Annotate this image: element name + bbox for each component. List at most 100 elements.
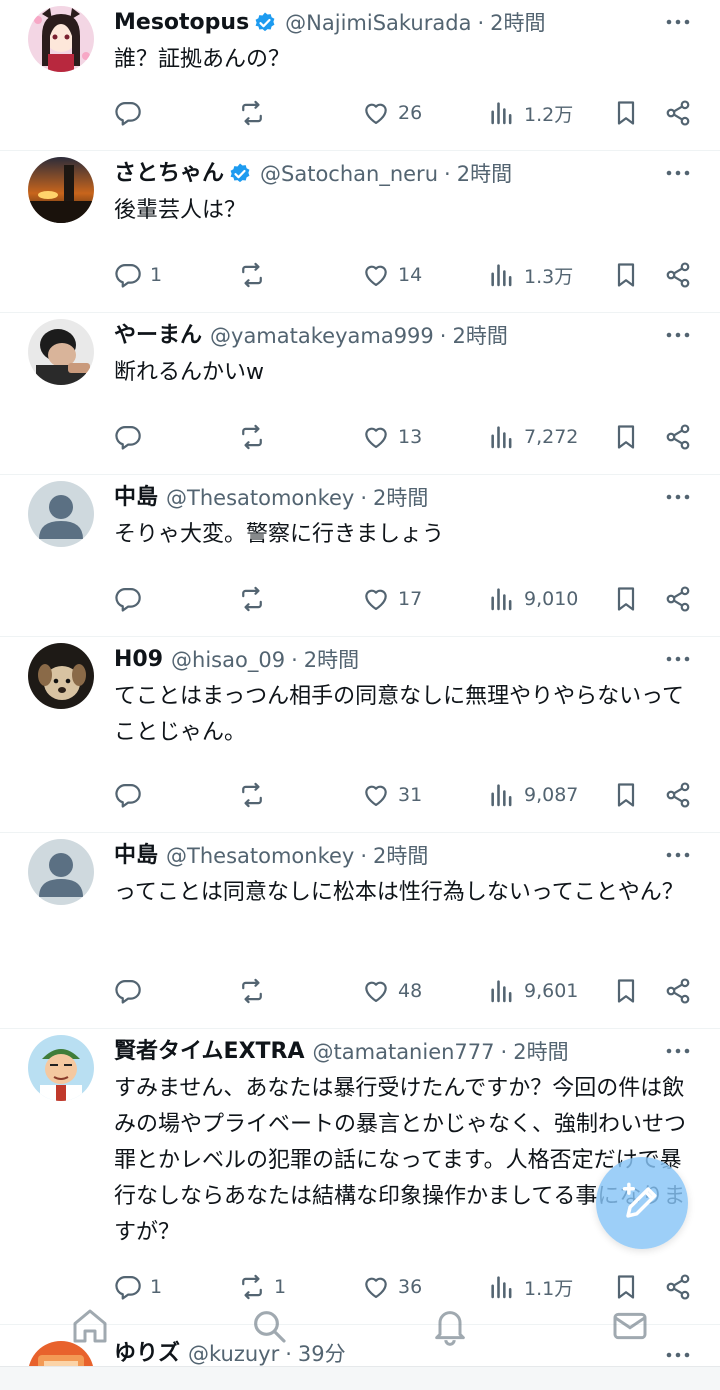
tweet-item[interactable]: 中島 @Thesatomonkey · 2時間 ってことは同意なしに松本は性行為… — [0, 833, 720, 1029]
views-button[interactable]: 9,087 — [488, 775, 578, 815]
like-button[interactable]: 26 — [362, 93, 422, 133]
share-button[interactable] — [664, 971, 692, 1011]
action-bar: 13 7,272 — [0, 417, 720, 457]
like-count: 26 — [398, 102, 423, 124]
retweet-button[interactable] — [238, 775, 274, 815]
display-name[interactable]: さとちゃん — [114, 157, 224, 191]
tweet-item[interactable]: やーまん @yamatakeyama999 · 2時間 断れるんかいw 13 7… — [0, 313, 720, 475]
handle[interactable]: @Thesatomonkey — [166, 839, 354, 873]
avatar[interactable] — [28, 839, 94, 905]
more-icon[interactable] — [664, 1037, 692, 1065]
separator-dot: · — [500, 1040, 508, 1064]
display-name[interactable]: 中島 — [114, 481, 158, 515]
verified-badge-icon — [228, 162, 252, 186]
more-icon[interactable] — [664, 841, 692, 869]
like-button[interactable]: 13 — [362, 417, 422, 457]
separator-dot: · — [444, 162, 451, 186]
home-icon[interactable] — [68, 1304, 112, 1348]
analytics-icon — [488, 977, 516, 1005]
reply-icon — [114, 585, 142, 613]
views-button[interactable]: 9,010 — [488, 579, 578, 619]
more-icon[interactable] — [664, 8, 692, 36]
display-name[interactable]: 中島 — [114, 839, 158, 873]
retweet-button[interactable] — [238, 417, 274, 457]
handle[interactable]: @Satochan_neru — [260, 157, 438, 191]
analytics-icon — [488, 781, 516, 809]
avatar[interactable] — [28, 319, 94, 385]
reply-button[interactable] — [114, 93, 150, 133]
views-button[interactable]: 1.3万 — [488, 255, 573, 295]
heart-icon — [362, 261, 390, 289]
share-button[interactable] — [664, 255, 692, 295]
timestamp[interactable]: 2時間 — [452, 319, 507, 353]
share-button[interactable] — [664, 93, 692, 133]
more-icon[interactable] — [664, 645, 692, 673]
reply-icon — [114, 977, 142, 1005]
share-button[interactable] — [664, 775, 692, 815]
timestamp[interactable]: 2時間 — [373, 481, 428, 515]
bookmark-button[interactable] — [612, 417, 640, 457]
more-icon[interactable] — [664, 483, 692, 511]
handle[interactable]: @Thesatomonkey — [166, 481, 354, 515]
display-name[interactable]: H09 — [114, 643, 163, 677]
timestamp[interactable]: 2時間 — [490, 6, 545, 40]
like-button[interactable]: 14 — [362, 255, 422, 295]
tweet-header: さとちゃん @Satochan_neru · 2時間 — [114, 157, 512, 191]
retweet-button[interactable] — [238, 255, 274, 295]
like-button[interactable]: 17 — [362, 579, 422, 619]
reply-button[interactable] — [114, 775, 150, 815]
views-button[interactable]: 7,272 — [488, 417, 578, 457]
view-count: 7,272 — [524, 426, 579, 448]
handle[interactable]: @yamatakeyama999 — [210, 319, 434, 353]
avatar[interactable] — [28, 481, 94, 547]
tweet-item[interactable]: H09 @hisao_09 · 2時間 てことはまっつん相手の同意なしに無理やり… — [0, 637, 720, 833]
more-icon[interactable] — [664, 321, 692, 349]
handle[interactable]: @hisao_09 — [171, 643, 285, 677]
messages-icon[interactable] — [608, 1304, 652, 1348]
reply-button[interactable] — [114, 579, 150, 619]
display-name[interactable]: Mesotopus — [114, 6, 249, 40]
avatar[interactable] — [28, 157, 94, 223]
timestamp[interactable]: 2時間 — [373, 839, 428, 873]
reply-button[interactable]: 1 — [114, 255, 162, 295]
retweet-button[interactable] — [238, 971, 274, 1011]
bookmark-button[interactable] — [612, 255, 640, 295]
reply-button[interactable] — [114, 971, 150, 1011]
retweet-button[interactable] — [238, 93, 274, 133]
views-button[interactable]: 1.2万 — [488, 93, 573, 133]
more-icon[interactable] — [664, 159, 692, 187]
bookmark-button[interactable] — [612, 579, 640, 619]
display-name[interactable]: やーまん — [114, 319, 202, 353]
like-button[interactable]: 31 — [362, 775, 422, 815]
tweet-text: 断れるんかいw — [114, 360, 264, 385]
share-button[interactable] — [664, 417, 692, 457]
view-count: 9,010 — [524, 588, 579, 610]
timestamp[interactable]: 2時間 — [457, 157, 512, 191]
bookmark-button[interactable] — [612, 971, 640, 1011]
reply-icon — [114, 261, 142, 289]
tweet-item[interactable]: 中島 @Thesatomonkey · 2時間 そりゃ大変。警察に行きましょう … — [0, 475, 720, 637]
retweet-icon — [238, 585, 266, 613]
handle[interactable]: @NajimiSakurada — [285, 6, 471, 40]
handle[interactable]: @tamatanien777 — [313, 1035, 495, 1069]
views-button[interactable]: 9,601 — [488, 971, 578, 1011]
like-button[interactable]: 48 — [362, 971, 422, 1011]
share-button[interactable] — [664, 579, 692, 619]
avatar[interactable] — [28, 6, 94, 72]
timestamp[interactable]: 2時間 — [304, 643, 359, 677]
reply-button[interactable] — [114, 417, 150, 457]
bookmark-button[interactable] — [612, 93, 640, 133]
tweet-item[interactable]: さとちゃん @Satochan_neru · 2時間 後輩芸人は？ 1 14 1… — [0, 151, 720, 313]
tweet-item[interactable]: Mesotopus @NajimiSakurada · 2時間 誰？証拠あんの？… — [0, 0, 720, 151]
timestamp[interactable]: 2時間 — [513, 1035, 568, 1069]
search-icon[interactable] — [247, 1304, 291, 1348]
notifications-icon[interactable] — [428, 1304, 472, 1348]
display-name[interactable]: 賢者タイムEXTRA — [114, 1035, 305, 1069]
compose-button[interactable] — [596, 1157, 688, 1249]
retweet-button[interactable] — [238, 579, 274, 619]
avatar[interactable] — [28, 1035, 94, 1101]
like-count: 17 — [398, 588, 423, 610]
tweet-text: 誰？証拠あんの？ — [114, 47, 291, 72]
avatar[interactable] — [28, 643, 94, 709]
bookmark-button[interactable] — [612, 775, 640, 815]
